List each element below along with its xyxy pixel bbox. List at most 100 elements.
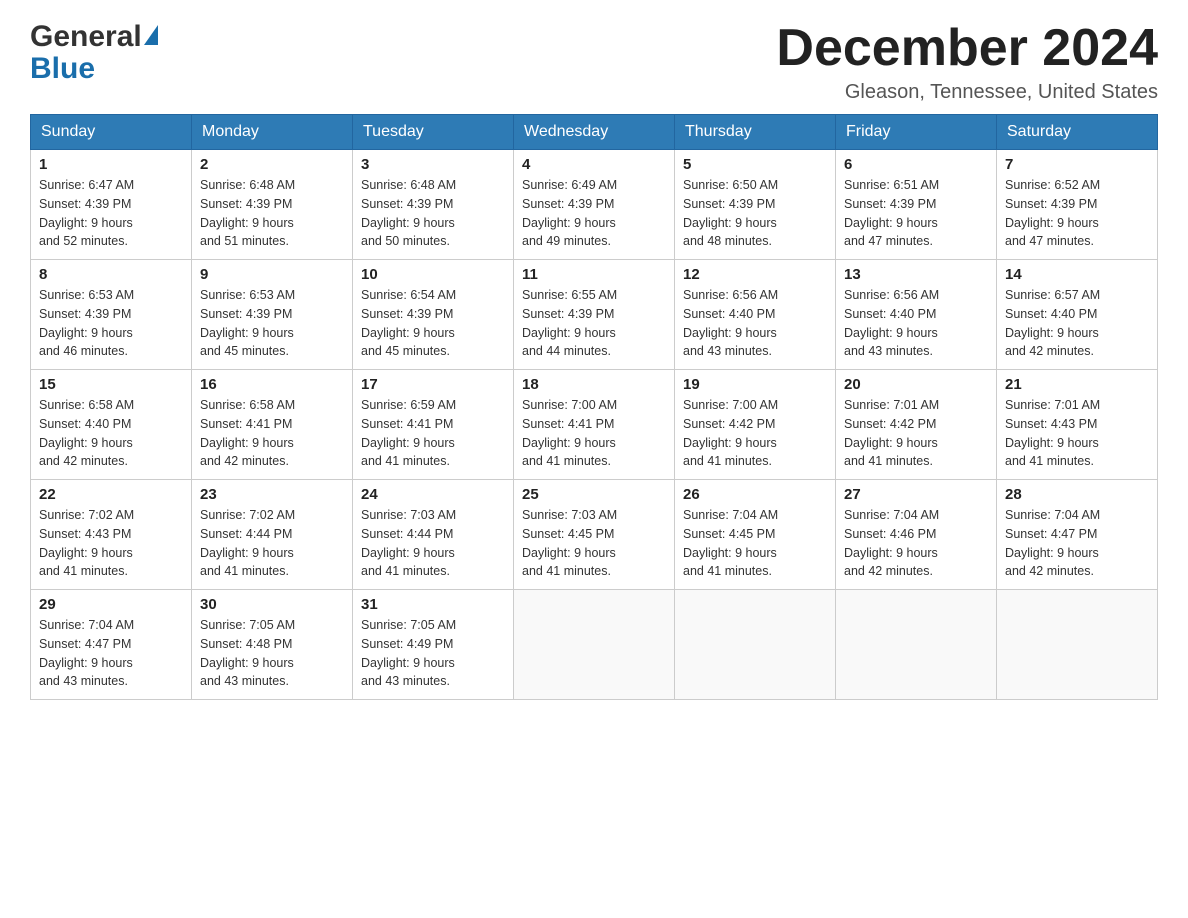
page-header: General Blue December 2024 Gleason, Tenn… — [30, 20, 1158, 104]
calendar-cell: 21 Sunrise: 7:01 AMSunset: 4:43 PMDaylig… — [997, 370, 1158, 480]
calendar-cell: 2 Sunrise: 6:48 AMSunset: 4:39 PMDayligh… — [192, 150, 353, 260]
day-info: Sunrise: 6:56 AMSunset: 4:40 PMDaylight:… — [844, 288, 939, 358]
calendar-cell: 11 Sunrise: 6:55 AMSunset: 4:39 PMDaylig… — [514, 260, 675, 370]
day-info: Sunrise: 7:00 AMSunset: 4:41 PMDaylight:… — [522, 398, 617, 468]
day-number: 23 — [200, 486, 344, 503]
calendar-week-row: 8 Sunrise: 6:53 AMSunset: 4:39 PMDayligh… — [31, 260, 1158, 370]
calendar-cell: 25 Sunrise: 7:03 AMSunset: 4:45 PMDaylig… — [514, 480, 675, 590]
calendar-week-row: 1 Sunrise: 6:47 AMSunset: 4:39 PMDayligh… — [31, 150, 1158, 260]
day-number: 1 — [39, 156, 183, 173]
day-info: Sunrise: 6:57 AMSunset: 4:40 PMDaylight:… — [1005, 288, 1100, 358]
calendar-cell — [836, 590, 997, 700]
calendar-header-friday: Friday — [836, 115, 997, 150]
calendar-cell: 7 Sunrise: 6:52 AMSunset: 4:39 PMDayligh… — [997, 150, 1158, 260]
calendar-cell: 28 Sunrise: 7:04 AMSunset: 4:47 PMDaylig… — [997, 480, 1158, 590]
calendar-cell: 3 Sunrise: 6:48 AMSunset: 4:39 PMDayligh… — [353, 150, 514, 260]
title-section: December 2024 Gleason, Tennessee, United… — [776, 20, 1158, 104]
day-number: 18 — [522, 376, 666, 393]
calendar-cell: 8 Sunrise: 6:53 AMSunset: 4:39 PMDayligh… — [31, 260, 192, 370]
calendar-cell: 4 Sunrise: 6:49 AMSunset: 4:39 PMDayligh… — [514, 150, 675, 260]
calendar-cell — [514, 590, 675, 700]
calendar-cell: 26 Sunrise: 7:04 AMSunset: 4:45 PMDaylig… — [675, 480, 836, 590]
day-info: Sunrise: 7:01 AMSunset: 4:42 PMDaylight:… — [844, 398, 939, 468]
day-info: Sunrise: 6:56 AMSunset: 4:40 PMDaylight:… — [683, 288, 778, 358]
calendar-table: SundayMondayTuesdayWednesdayThursdayFrid… — [30, 114, 1158, 700]
day-number: 26 — [683, 486, 827, 503]
calendar-cell: 27 Sunrise: 7:04 AMSunset: 4:46 PMDaylig… — [836, 480, 997, 590]
calendar-header-saturday: Saturday — [997, 115, 1158, 150]
day-number: 4 — [522, 156, 666, 173]
day-number: 12 — [683, 266, 827, 283]
calendar-cell: 31 Sunrise: 7:05 AMSunset: 4:49 PMDaylig… — [353, 590, 514, 700]
calendar-cell: 10 Sunrise: 6:54 AMSunset: 4:39 PMDaylig… — [353, 260, 514, 370]
day-info: Sunrise: 6:54 AMSunset: 4:39 PMDaylight:… — [361, 288, 456, 358]
day-number: 22 — [39, 486, 183, 503]
calendar-header-monday: Monday — [192, 115, 353, 150]
day-number: 29 — [39, 596, 183, 613]
day-info: Sunrise: 7:00 AMSunset: 4:42 PMDaylight:… — [683, 398, 778, 468]
day-info: Sunrise: 7:03 AMSunset: 4:44 PMDaylight:… — [361, 508, 456, 578]
day-number: 7 — [1005, 156, 1149, 173]
calendar-cell: 17 Sunrise: 6:59 AMSunset: 4:41 PMDaylig… — [353, 370, 514, 480]
day-info: Sunrise: 7:05 AMSunset: 4:48 PMDaylight:… — [200, 618, 295, 688]
calendar-cell: 18 Sunrise: 7:00 AMSunset: 4:41 PMDaylig… — [514, 370, 675, 480]
day-number: 19 — [683, 376, 827, 393]
logo-blue-text: Blue — [30, 52, 95, 86]
calendar-header-wednesday: Wednesday — [514, 115, 675, 150]
calendar-cell — [675, 590, 836, 700]
day-number: 30 — [200, 596, 344, 613]
day-info: Sunrise: 7:03 AMSunset: 4:45 PMDaylight:… — [522, 508, 617, 578]
calendar-cell: 29 Sunrise: 7:04 AMSunset: 4:47 PMDaylig… — [31, 590, 192, 700]
calendar-cell: 1 Sunrise: 6:47 AMSunset: 4:39 PMDayligh… — [31, 150, 192, 260]
day-number: 21 — [1005, 376, 1149, 393]
day-info: Sunrise: 7:04 AMSunset: 4:46 PMDaylight:… — [844, 508, 939, 578]
day-number: 25 — [522, 486, 666, 503]
day-number: 9 — [200, 266, 344, 283]
calendar-week-row: 22 Sunrise: 7:02 AMSunset: 4:43 PMDaylig… — [31, 480, 1158, 590]
day-number: 11 — [522, 266, 666, 283]
day-number: 17 — [361, 376, 505, 393]
month-title: December 2024 — [776, 20, 1158, 77]
calendar-week-row: 29 Sunrise: 7:04 AMSunset: 4:47 PMDaylig… — [31, 590, 1158, 700]
day-number: 31 — [361, 596, 505, 613]
day-number: 6 — [844, 156, 988, 173]
calendar-header-thursday: Thursday — [675, 115, 836, 150]
day-number: 3 — [361, 156, 505, 173]
day-info: Sunrise: 6:48 AMSunset: 4:39 PMDaylight:… — [361, 178, 456, 248]
calendar-cell: 20 Sunrise: 7:01 AMSunset: 4:42 PMDaylig… — [836, 370, 997, 480]
calendar-cell: 6 Sunrise: 6:51 AMSunset: 4:39 PMDayligh… — [836, 150, 997, 260]
calendar-cell: 9 Sunrise: 6:53 AMSunset: 4:39 PMDayligh… — [192, 260, 353, 370]
calendar-cell: 24 Sunrise: 7:03 AMSunset: 4:44 PMDaylig… — [353, 480, 514, 590]
calendar-week-row: 15 Sunrise: 6:58 AMSunset: 4:40 PMDaylig… — [31, 370, 1158, 480]
day-info: Sunrise: 6:53 AMSunset: 4:39 PMDaylight:… — [39, 288, 134, 358]
calendar-cell: 14 Sunrise: 6:57 AMSunset: 4:40 PMDaylig… — [997, 260, 1158, 370]
calendar-cell: 19 Sunrise: 7:00 AMSunset: 4:42 PMDaylig… — [675, 370, 836, 480]
day-info: Sunrise: 6:58 AMSunset: 4:41 PMDaylight:… — [200, 398, 295, 468]
day-number: 20 — [844, 376, 988, 393]
day-number: 13 — [844, 266, 988, 283]
calendar-cell: 22 Sunrise: 7:02 AMSunset: 4:43 PMDaylig… — [31, 480, 192, 590]
day-number: 8 — [39, 266, 183, 283]
calendar-cell — [997, 590, 1158, 700]
day-info: Sunrise: 6:48 AMSunset: 4:39 PMDaylight:… — [200, 178, 295, 248]
day-number: 10 — [361, 266, 505, 283]
calendar-header-row: SundayMondayTuesdayWednesdayThursdayFrid… — [31, 115, 1158, 150]
calendar-cell: 12 Sunrise: 6:56 AMSunset: 4:40 PMDaylig… — [675, 260, 836, 370]
day-info: Sunrise: 6:58 AMSunset: 4:40 PMDaylight:… — [39, 398, 134, 468]
day-info: Sunrise: 6:59 AMSunset: 4:41 PMDaylight:… — [361, 398, 456, 468]
day-number: 28 — [1005, 486, 1149, 503]
day-info: Sunrise: 7:04 AMSunset: 4:47 PMDaylight:… — [1005, 508, 1100, 578]
day-number: 14 — [1005, 266, 1149, 283]
day-info: Sunrise: 6:53 AMSunset: 4:39 PMDaylight:… — [200, 288, 295, 358]
calendar-cell: 15 Sunrise: 6:58 AMSunset: 4:40 PMDaylig… — [31, 370, 192, 480]
day-info: Sunrise: 7:02 AMSunset: 4:44 PMDaylight:… — [200, 508, 295, 578]
day-info: Sunrise: 7:02 AMSunset: 4:43 PMDaylight:… — [39, 508, 134, 578]
day-number: 16 — [200, 376, 344, 393]
day-info: Sunrise: 6:52 AMSunset: 4:39 PMDaylight:… — [1005, 178, 1100, 248]
day-info: Sunrise: 6:55 AMSunset: 4:39 PMDaylight:… — [522, 288, 617, 358]
day-info: Sunrise: 6:47 AMSunset: 4:39 PMDaylight:… — [39, 178, 134, 248]
logo-triangle-icon — [144, 25, 158, 45]
day-info: Sunrise: 6:49 AMSunset: 4:39 PMDaylight:… — [522, 178, 617, 248]
day-info: Sunrise: 7:05 AMSunset: 4:49 PMDaylight:… — [361, 618, 456, 688]
calendar-header-tuesday: Tuesday — [353, 115, 514, 150]
